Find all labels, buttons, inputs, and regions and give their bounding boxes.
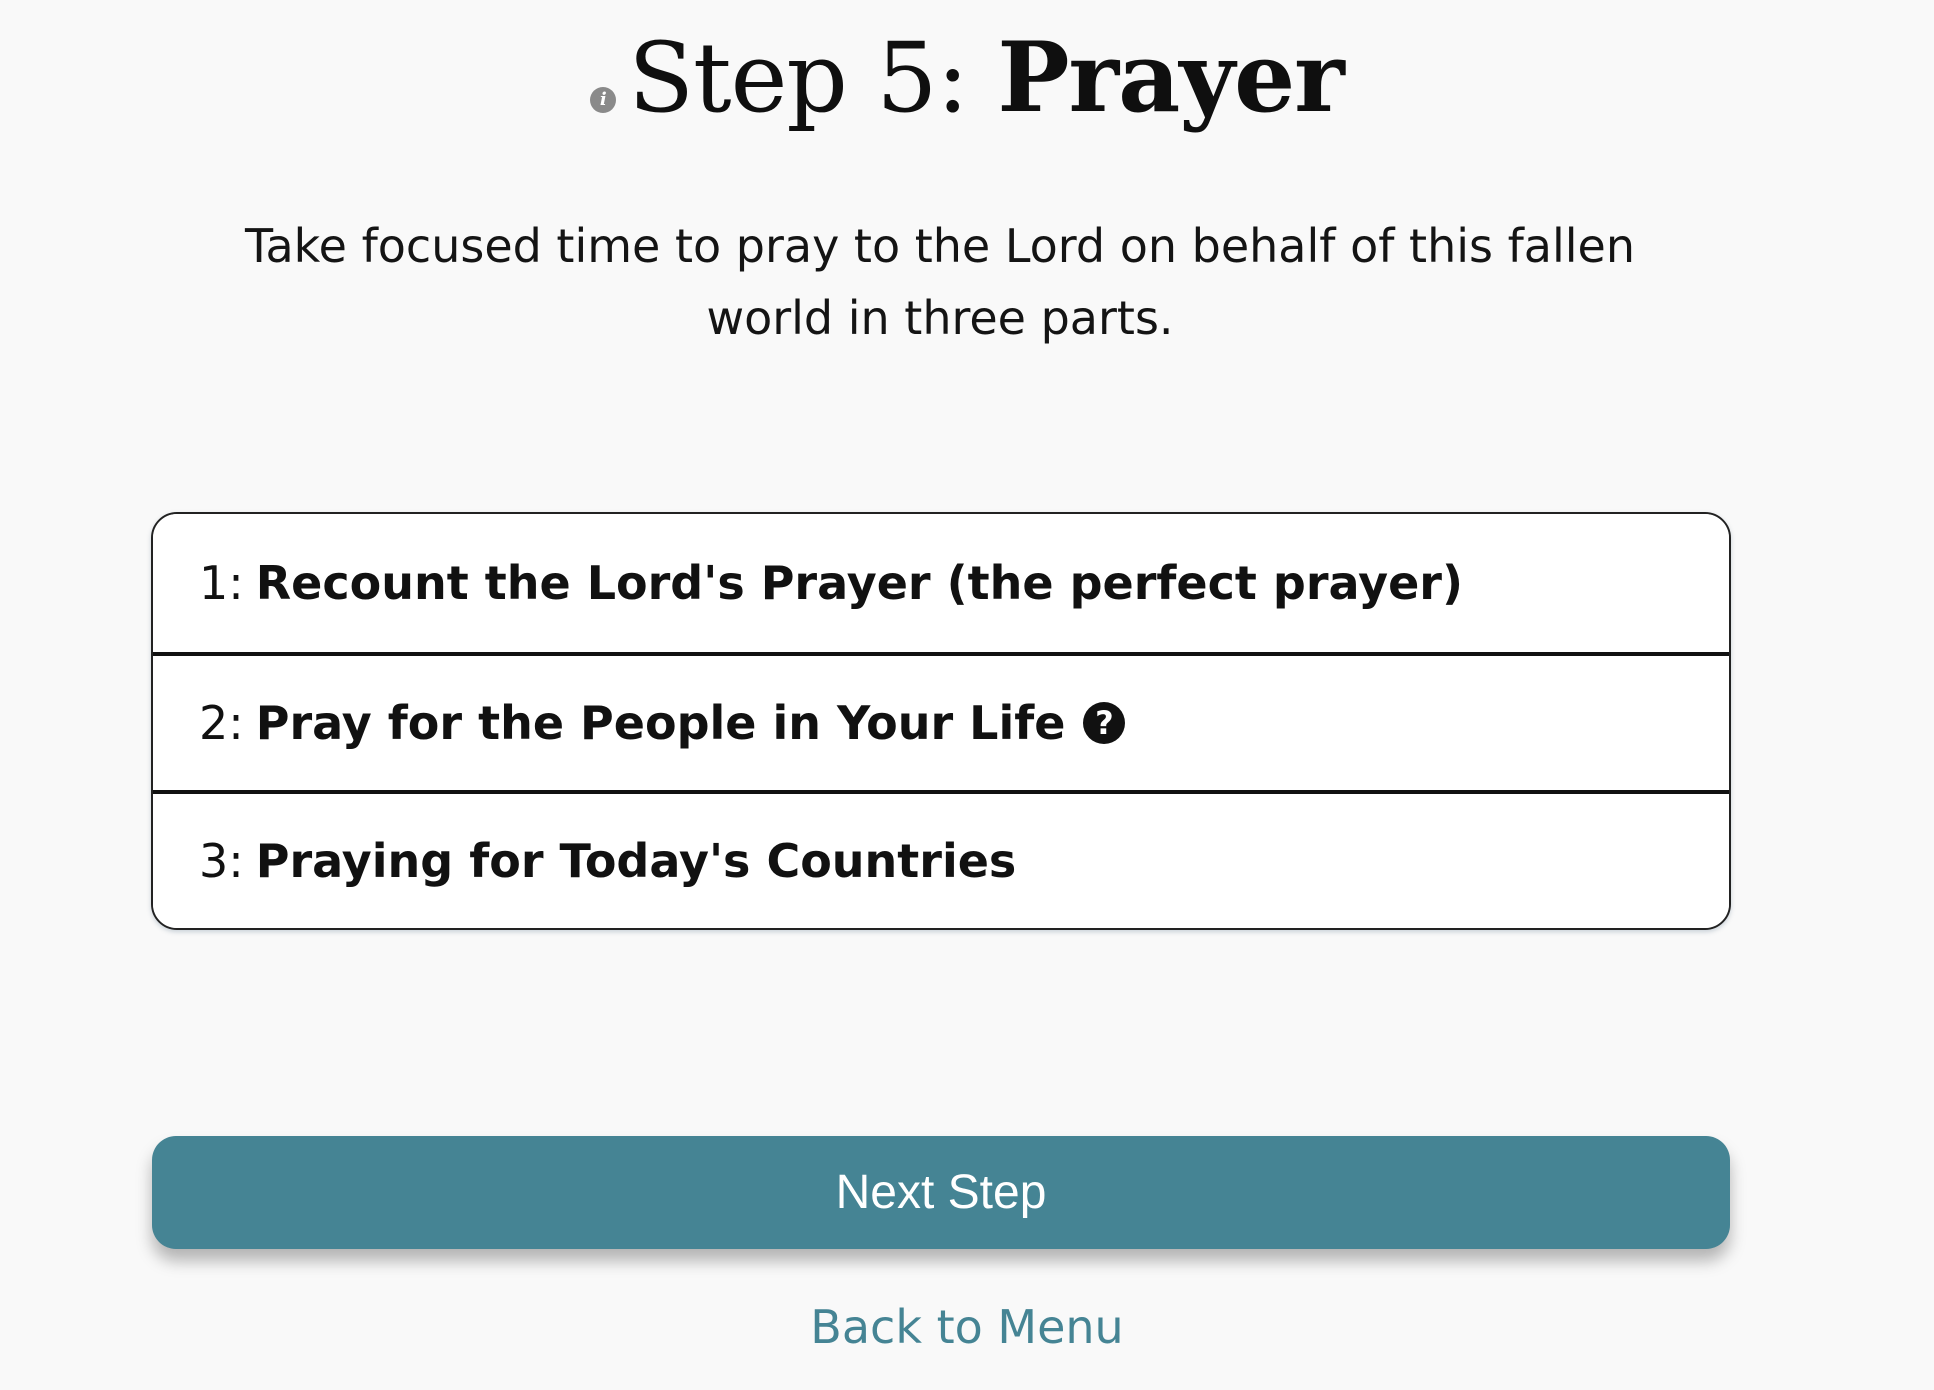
info-icon[interactable]: i bbox=[590, 87, 617, 113]
part-item-people[interactable]: 2: Pray for the People in Your Life ? bbox=[153, 652, 1729, 790]
page-title: Step 5: Prayer bbox=[628, 30, 1344, 127]
part-label: Pray for the People in Your Life bbox=[255, 696, 1066, 750]
step-description: Take focused time to pray to the Lord on… bbox=[244, 219, 1636, 345]
part-number: 3: bbox=[199, 834, 244, 888]
page-title-strong: Prayer bbox=[997, 21, 1344, 134]
page-title-prefix: Step 5: bbox=[628, 22, 969, 134]
part-item-lords-prayer[interactable]: 1: Recount the Lord's Prayer (the perfec… bbox=[153, 514, 1729, 652]
title-row: i Step 5: Prayer bbox=[0, 18, 1934, 138]
back-to-menu-link[interactable]: Back to Menu bbox=[0, 1300, 1934, 1354]
part-label: Recount the Lord's Prayer (the perfect p… bbox=[255, 556, 1464, 610]
part-item-countries[interactable]: 3: Praying for Today's Countries bbox=[153, 790, 1729, 928]
question-circle-icon[interactable]: ? bbox=[1083, 702, 1126, 744]
next-step-button[interactable]: Next Step bbox=[152, 1136, 1730, 1249]
part-number: 1: bbox=[199, 556, 244, 610]
part-number: 2: bbox=[199, 696, 244, 750]
part-label: Praying for Today's Countries bbox=[255, 834, 1017, 888]
prayer-parts-list: 1: Recount the Lord's Prayer (the perfec… bbox=[151, 512, 1731, 930]
